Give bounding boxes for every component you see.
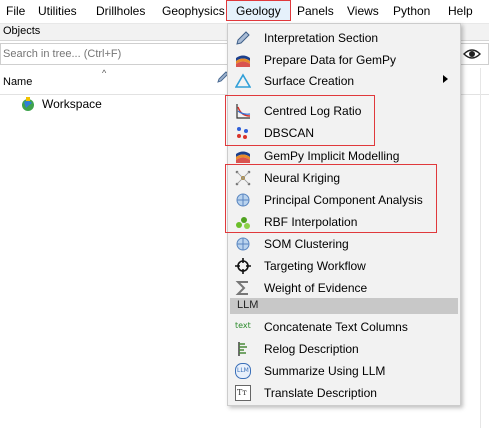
menu-item-targeting-workflow[interactable]: Targeting Workflow — [228, 255, 460, 277]
rbf-icon — [236, 217, 250, 229]
menu-file[interactable]: File — [6, 4, 25, 19]
menu-utilities[interactable]: Utilities — [38, 4, 77, 19]
menu-geology[interactable]: Geology — [226, 0, 291, 21]
menu-item-translate-description[interactable]: Tт Translate Description — [228, 382, 460, 404]
triangle-icon — [235, 73, 251, 88]
llm-icon-text: LLM — [237, 367, 249, 374]
menu-item-som-clustering[interactable]: SOM Clustering — [228, 233, 460, 255]
menu-item-label: SOM Clustering — [264, 237, 349, 251]
menu-item-interpretation-section[interactable]: Interpretation Section — [228, 27, 460, 49]
menu-item-label: Neural Kriging — [264, 171, 341, 185]
eye-icon[interactable] — [463, 47, 481, 61]
column-name-header: Name — [3, 76, 33, 88]
translate-icon: Tт — [235, 385, 251, 401]
menu-item-neural-kriging[interactable]: Neural Kriging — [228, 167, 460, 189]
pencil-icon — [236, 31, 250, 45]
menu-section-llm: LLM — [230, 298, 458, 314]
menu-help[interactable]: Help — [448, 4, 473, 19]
menu-item-label: Concatenate Text Columns — [264, 320, 408, 334]
menu-item-rbf-interpolation[interactable]: RBF Interpolation — [228, 211, 460, 233]
geology-dropdown-menu: Interpretation Section Prepare Data for … — [227, 23, 461, 406]
menu-geophysics[interactable]: Geophysics — [162, 4, 225, 19]
menu-item-label: Translate Description — [264, 386, 377, 400]
menu-item-label: RBF Interpolation — [264, 215, 358, 229]
menu-item-label: Summarize Using LLM — [264, 364, 386, 378]
pca-icon — [236, 193, 250, 207]
menu-item-gempy-implicit-modelling[interactable]: GemPy Implicit Modelling — [228, 145, 460, 167]
text-icon: text — [235, 321, 251, 330]
menu-item-weight-of-evidence[interactable]: Weight of Evidence — [228, 277, 460, 299]
objects-panel-title: Objects — [3, 25, 41, 37]
sigma-icon — [235, 281, 248, 295]
menu-item-label: Surface Creation — [264, 74, 355, 88]
menu-item-relog-description[interactable]: Relog Description — [228, 338, 460, 360]
submenu-arrow-icon — [443, 75, 448, 83]
menu-item-pca[interactable]: Principal Component Analysis — [228, 189, 460, 211]
menu-item-label: Relog Description — [264, 342, 359, 356]
gempy-icon — [236, 151, 250, 163]
menu-bar: File Utilities Drillholes Geophysics Geo… — [0, 0, 489, 24]
menu-item-label: Weight of Evidence — [264, 281, 368, 295]
menu-item-label: Centred Log Ratio — [264, 104, 362, 118]
neural-icon — [235, 170, 251, 186]
tree-item-label: Workspace — [42, 97, 102, 111]
menu-item-concatenate-text-columns[interactable]: text Concatenate Text Columns — [228, 316, 460, 338]
som-icon — [236, 237, 250, 251]
menu-item-centred-log-ratio[interactable]: Centred Log Ratio — [228, 100, 460, 122]
menu-item-label: Interpretation Section — [264, 31, 379, 45]
menu-item-label: Targeting Workflow — [264, 259, 366, 273]
menu-item-prepare-data-gempy[interactable]: Prepare Data for GemPy — [228, 49, 460, 71]
sort-caret-icon: ^ — [102, 68, 107, 78]
clr-chart-icon — [236, 104, 251, 119]
menu-python[interactable]: Python — [393, 4, 430, 19]
menu-panels[interactable]: Panels — [297, 4, 334, 19]
menu-item-label: Prepare Data for GemPy — [264, 53, 397, 67]
menu-drillholes[interactable]: Drillholes — [96, 4, 145, 19]
gempy-icon — [236, 55, 250, 67]
llm-icon: LLM — [235, 363, 251, 379]
menu-item-dbscan[interactable]: DBSCAN — [228, 122, 460, 144]
menu-item-summarize-using-llm[interactable]: LLM Summarize Using LLM — [228, 360, 460, 382]
menu-views[interactable]: Views — [347, 4, 379, 19]
menu-item-label: DBSCAN — [264, 126, 315, 140]
workspace-globe-icon — [22, 97, 34, 111]
menu-item-label: GemPy Implicit Modelling — [264, 149, 400, 163]
section-label: LLM — [237, 299, 259, 311]
translate-icon-text: Tт — [237, 388, 247, 397]
menu-item-label: Principal Component Analysis — [264, 193, 423, 207]
tree-search-input[interactable] — [3, 46, 223, 62]
panel-divider — [480, 68, 481, 428]
relog-icon — [238, 342, 247, 356]
menu-item-surface-creation[interactable]: Surface Creation — [228, 70, 460, 92]
target-icon — [235, 258, 251, 274]
dbscan-icon — [237, 127, 248, 139]
